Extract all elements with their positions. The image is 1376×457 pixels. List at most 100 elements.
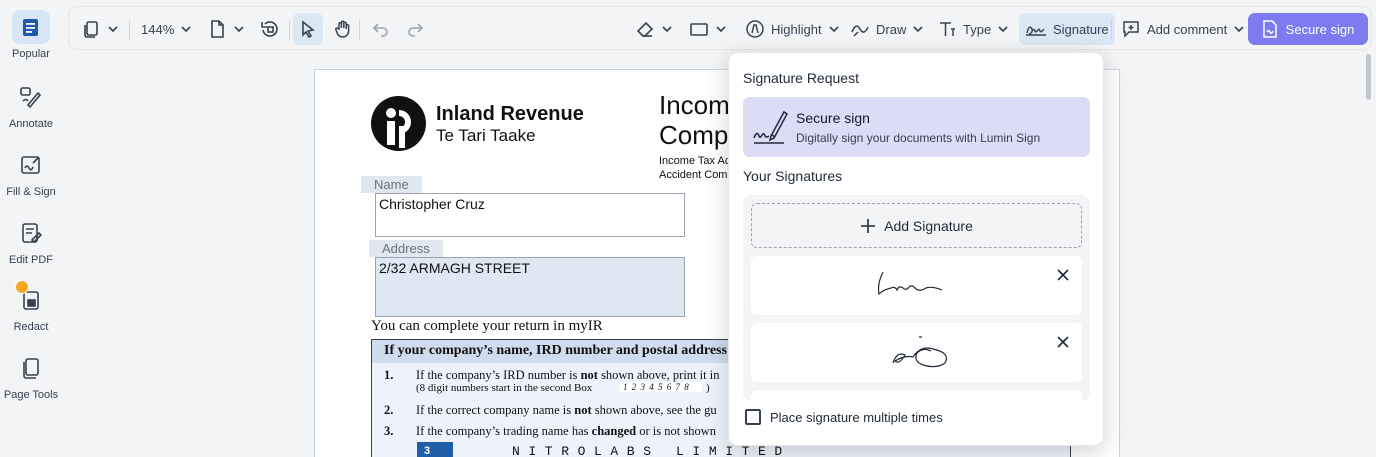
secure-sign-card[interactable]: Secure sign Digitally sign your document…: [743, 97, 1090, 157]
pen-signature-icon: [753, 110, 788, 144]
rotate-button[interactable]: [255, 13, 285, 45]
highlight-button[interactable]: Highlight: [741, 13, 844, 45]
comment-icon: [1123, 21, 1139, 38]
rail-item-annotate[interactable]: Annotate: [0, 80, 62, 130]
zoom-value: 144%: [141, 21, 175, 37]
chevron-down-icon: [662, 26, 672, 33]
brand-subtitle: Te Tari Taake: [436, 126, 536, 145]
document-menu-button[interactable]: [77, 13, 123, 45]
place-multiple-checkbox[interactable]: [745, 409, 761, 425]
add-comment-button[interactable]: Add comment: [1117, 13, 1249, 45]
chevron-down-icon: [913, 26, 923, 33]
close-icon[interactable]: [1056, 335, 1070, 349]
type-button[interactable]: Type: [933, 13, 1013, 45]
scrollbar-thumb[interactable]: [1366, 54, 1371, 100]
name-field[interactable]: Christopher Cruz: [375, 193, 685, 237]
add-comment-label: Add comment: [1147, 21, 1228, 37]
copy-icon: [84, 21, 98, 38]
form-title: Incom Comp: [659, 90, 730, 150]
edit-pdf-icon: [12, 216, 50, 250]
rail-label: Fill & Sign: [6, 186, 56, 198]
toolbar-divider: [129, 20, 130, 40]
your-signatures-heading: Your Signatures: [743, 168, 843, 184]
rail-label: Popular: [12, 48, 50, 60]
app-window: Popular Annotate Fill & Sign Edit PDF Re…: [0, 0, 1376, 457]
secure-sign-label: Secure sign: [1285, 21, 1355, 37]
draw-label: Draw: [876, 21, 907, 37]
chevron-down-icon: [234, 26, 244, 33]
place-multiple-label: Place signature multiple times: [770, 409, 943, 425]
chevron-down-icon: [108, 26, 118, 33]
eraser-button[interactable]: [631, 13, 677, 45]
draw-button[interactable]: Draw: [846, 13, 928, 45]
sample-digits: 1 2 3 4 5 6 7 8: [620, 382, 702, 392]
redo-button[interactable]: [401, 13, 429, 45]
signature-icon: [1026, 26, 1046, 36]
chevron-down-icon: [1234, 26, 1244, 33]
rail-item-popular[interactable]: Popular: [0, 10, 62, 60]
page-view-button[interactable]: [203, 13, 249, 45]
signature-stroke-2: [892, 336, 948, 368]
rail-label: Annotate: [8, 118, 54, 130]
secure-sign-title: Secure sign: [796, 110, 870, 126]
page-icon: [211, 20, 224, 38]
popular-icon: [12, 10, 50, 44]
page-tools-icon: [12, 351, 50, 385]
rail-item-fill-sign[interactable]: Fill & Sign: [0, 148, 62, 198]
select-tool-button[interactable]: [293, 13, 323, 45]
rail-label: Page Tools: [3, 389, 59, 401]
shape-button[interactable]: [685, 13, 731, 45]
myir-note: You can complete your return in myIR: [371, 318, 603, 334]
signature-popover: Signature Request Secure sign Digitally …: [728, 52, 1104, 446]
brand-name: Inland Revenue: [436, 103, 584, 125]
add-signature-label: Add Signature: [884, 217, 973, 234]
highlight-icon: [746, 20, 764, 38]
row-text: If the company’s IRD number is not shown…: [416, 368, 720, 382]
toolbar-divider: [1111, 20, 1112, 40]
scrollbar-track[interactable]: [1364, 52, 1372, 457]
signature-request-heading: Signature Request: [743, 70, 859, 86]
redo-icon: [408, 23, 424, 37]
place-multiple-toggle[interactable]: Place signature multiple times: [745, 409, 943, 425]
eraser-icon: [636, 21, 654, 37]
chevron-down-icon: [829, 26, 839, 33]
address-field[interactable]: 2/32 ARMAGH STREET: [375, 257, 685, 317]
annotate-icon: [12, 80, 50, 114]
crown-badge-icon: [15, 280, 29, 294]
cursor-arrow-icon: [302, 20, 315, 38]
chevron-down-icon: [716, 26, 726, 33]
add-signature-button[interactable]: Add Signature: [751, 203, 1082, 248]
row-text: If the correct company name is not shown…: [416, 403, 717, 417]
close-icon[interactable]: [1056, 268, 1070, 282]
toolbar-divider: [289, 20, 290, 40]
redact-icon: [12, 280, 50, 317]
row-number: 2.: [384, 403, 394, 417]
draw-icon: [851, 25, 869, 37]
rail-item-edit-pdf[interactable]: Edit PDF: [0, 216, 62, 266]
chevron-down-icon: [181, 26, 191, 33]
saved-signature-2[interactable]: [751, 323, 1082, 382]
row-number: 1.: [384, 368, 394, 382]
rail-item-page-tools[interactable]: Page Tools: [0, 351, 62, 401]
secure-sign-button[interactable]: Secure sign: [1248, 13, 1368, 45]
toolbar-divider: [359, 20, 360, 40]
signature-button[interactable]: Signature: [1019, 13, 1115, 45]
inland-revenue-logo: [371, 96, 426, 151]
row-number: 3.: [384, 424, 394, 438]
question-3-marker: 3: [417, 442, 453, 457]
undo-button[interactable]: [367, 13, 395, 45]
hand-tool-button[interactable]: [329, 13, 357, 45]
rotate-icon: [261, 21, 278, 37]
type-label: Type: [963, 21, 992, 37]
chevron-down-icon: [998, 26, 1008, 33]
zoom-select[interactable]: 144%: [137, 13, 196, 45]
saved-signature-1[interactable]: [751, 256, 1082, 315]
rectangle-icon: [690, 23, 708, 36]
signature-list[interactable]: Add Signature: [743, 195, 1090, 401]
document-viewport[interactable]: Inland Revenue Te Tari Taake Incom Comp …: [68, 52, 1366, 457]
rail-item-redact[interactable]: Redact: [0, 280, 62, 333]
signature-stroke-1: [877, 271, 943, 296]
undo-icon: [372, 23, 388, 37]
saved-signature-3[interactable]: [751, 390, 1082, 401]
left-rail: Popular Annotate Fill & Sign Edit PDF Re…: [0, 0, 62, 457]
